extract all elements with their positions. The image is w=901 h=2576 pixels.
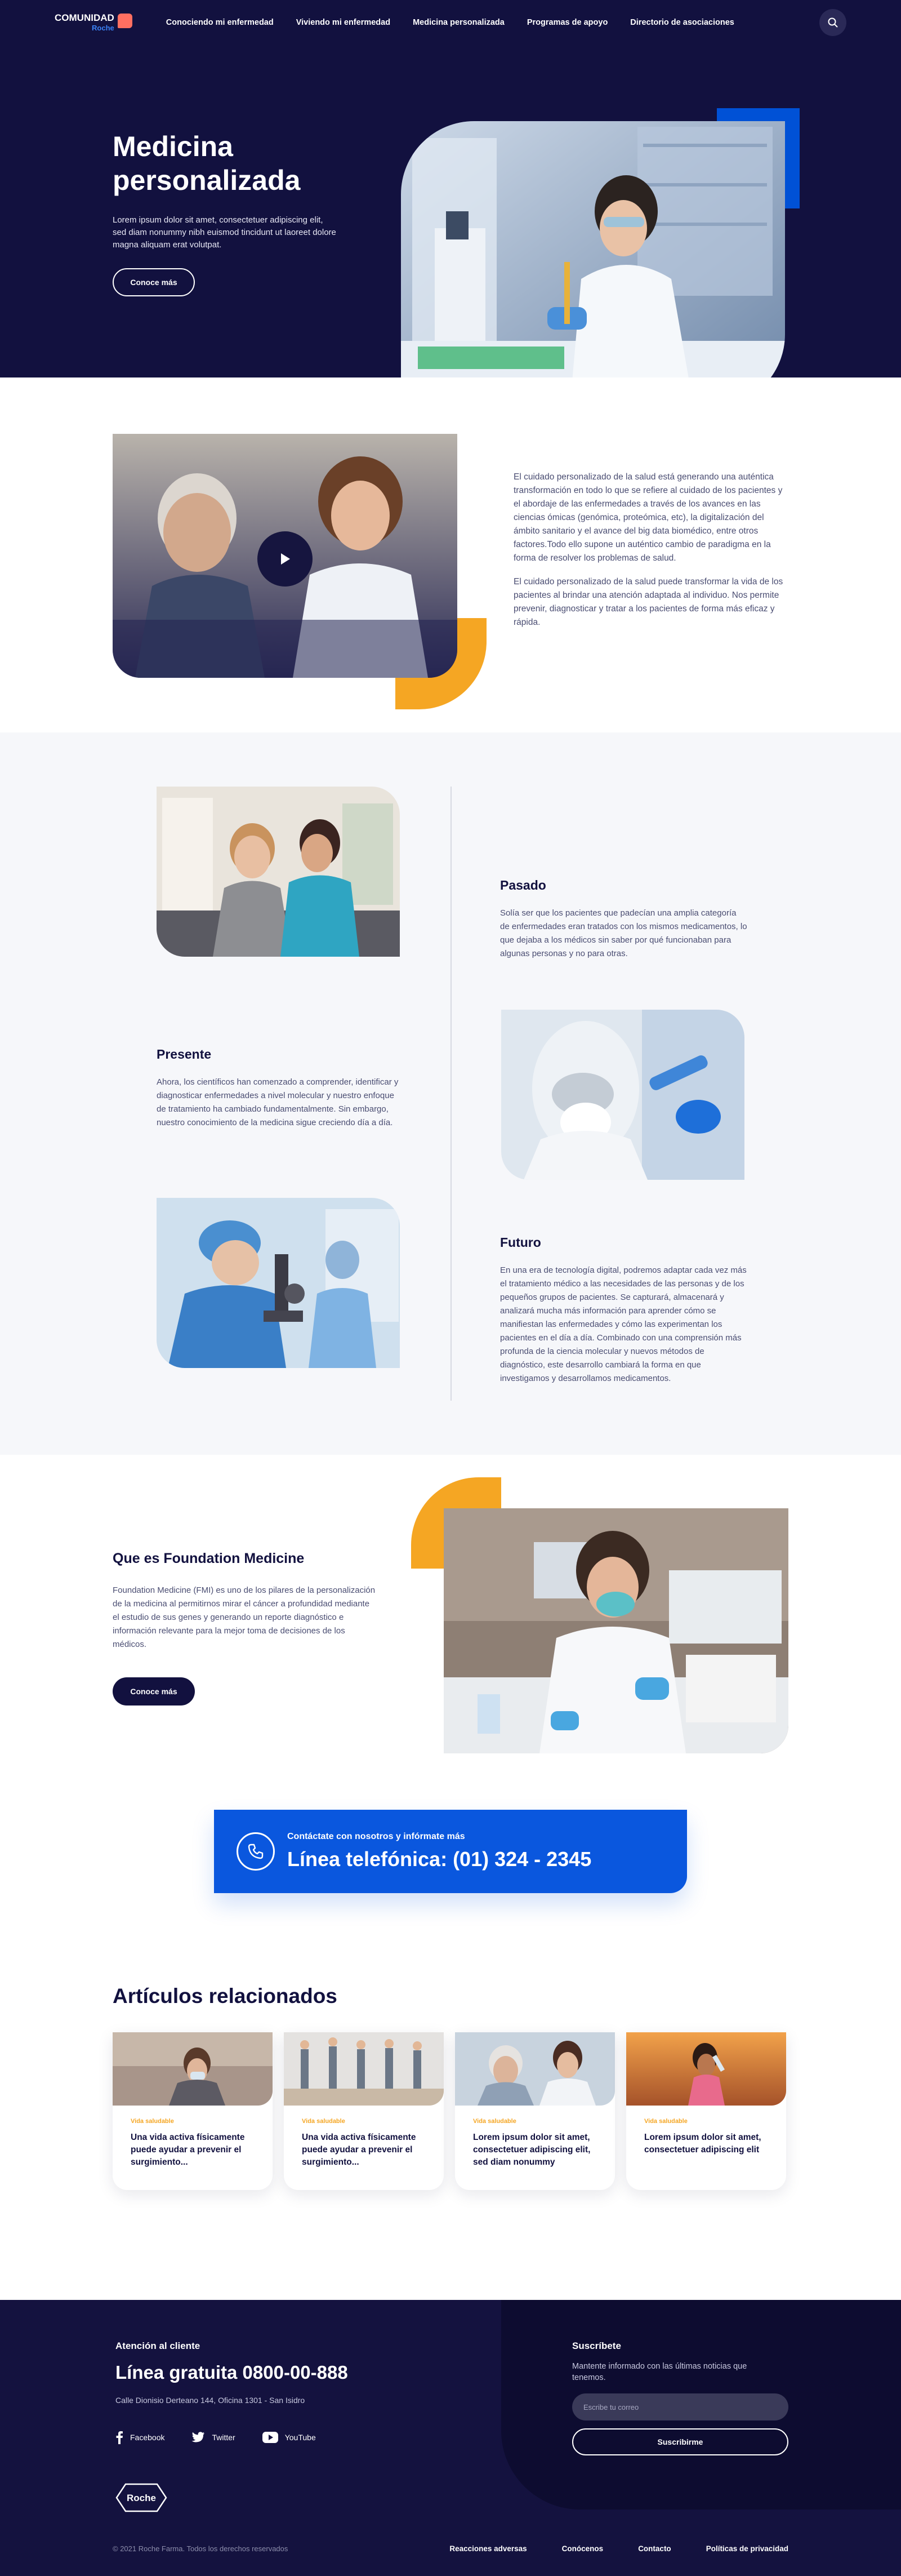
timeline-text: Ahora, los científicos han comenzado a c… (157, 1077, 399, 1127)
article-image (284, 2032, 444, 2106)
article-card[interactable]: Vida saludable Una vida activa físicamen… (113, 2032, 273, 2190)
svg-text:Roche: Roche (127, 2493, 156, 2503)
timeline-section: Pasado Solía ser que los pacientes que p… (0, 732, 901, 1455)
footer-link-conocenos[interactable]: Conócenos (562, 2544, 604, 2553)
hero-section: COMUNIDAD Roche Conociendo mi enfermedad… (0, 0, 901, 407)
social-twitter[interactable]: Twitter (191, 2431, 235, 2444)
roche-logo[interactable]: Roche (115, 2483, 167, 2512)
foundation-content: Que es Foundation Medicine Foundation Me… (113, 1551, 377, 1706)
articles-section: Artículos relacionados Vida saludable Un… (0, 1984, 901, 2300)
contact-subtitle: Contáctate con nosotros y infórmate más (287, 1832, 465, 1841)
article-title: Lorem ipsum dolor sit amet, consectetuer… (473, 2133, 591, 2167)
foundation-photo (444, 1508, 788, 1753)
play-icon (281, 553, 290, 565)
video-description: El cuidado personalizado de la salud est… (514, 470, 790, 639)
footer-phone: Línea gratuita 0800-00-888 (115, 2362, 348, 2383)
timeline-item-futuro: Futuro En una era de tecnología digital,… (500, 1235, 748, 1385)
youtube-icon (262, 2432, 278, 2443)
timeline-photo-presente (501, 1010, 744, 1180)
social-label: YouTube (284, 2433, 316, 2442)
logo-text: COMUNIDAD (55, 12, 114, 23)
timeline-item-presente: Presente Ahora, los científicos han come… (157, 1047, 404, 1130)
article-title: Lorem ipsum dolor sit amet, consectetuer… (644, 2133, 761, 2155)
phone-icon (237, 1832, 275, 1871)
article-tag: Vida saludable (131, 2118, 174, 2125)
foundation-cta-button[interactable]: Conoce más (113, 1677, 195, 1706)
footer-bottom-bar: © 2021 Roche Farma. Todos los derechos r… (113, 2544, 788, 2553)
nav-link-medicina[interactable]: Medicina personalizada (413, 18, 505, 27)
footer: Atención al cliente Línea gratuita 0800-… (0, 2300, 901, 2576)
timeline-title: Futuro (500, 1235, 541, 1250)
foundation-section: Que es Foundation Medicine Foundation Me… (0, 1455, 901, 1849)
foundation-title: Que es Foundation Medicine (113, 1551, 305, 1566)
footer-link-reacciones[interactable]: Reacciones adversas (449, 2544, 527, 2553)
subscribe-title: Suscríbete (572, 2340, 621, 2351)
top-nav: COMUNIDAD Roche Conociendo mi enfermedad… (0, 0, 901, 45)
footer-attention-title: Atención al cliente (115, 2340, 200, 2351)
article-card[interactable]: Vida saludable Lorem ipsum dolor sit ame… (626, 2032, 786, 2190)
play-button[interactable] (257, 531, 313, 587)
contact-banner[interactable]: Contáctate con nosotros y infórmate más … (214, 1810, 687, 1893)
nav-links: Conociendo mi enfermedad Viviendo mi enf… (166, 18, 734, 27)
contact-section: Contáctate con nosotros y infórmate más … (0, 1810, 901, 1984)
logo[interactable]: COMUNIDAD Roche (55, 12, 132, 32)
timeline-line (450, 787, 452, 1401)
nav-link-conociendo[interactable]: Conociendo mi enfermedad (166, 18, 274, 27)
nav-link-viviendo[interactable]: Viviendo mi enfermedad (296, 18, 390, 27)
copyright: © 2021 Roche Farma. Todos los derechos r… (113, 2544, 288, 2553)
social-label: Twitter (212, 2433, 235, 2442)
article-card[interactable]: Vida saludable Lorem ipsum dolor sit ame… (455, 2032, 615, 2190)
articles-title: Artículos relacionados (113, 1984, 337, 2007)
hero: Medicina personalizada Lorem ipsum dolor… (0, 45, 901, 407)
hero-cta-button[interactable]: Conoce más (113, 268, 195, 296)
footer-address: Calle Dionisio Derteano 144, Oficina 130… (115, 2396, 305, 2405)
article-image (113, 2032, 273, 2106)
timeline-text: Solía ser que los pacientes que padecían… (500, 908, 747, 958)
contact-phone: Línea telefónica: (01) 324 - 2345 (287, 1847, 592, 1871)
footer-links: Reacciones adversas Conócenos Contacto P… (449, 2544, 788, 2553)
logo-sub: Roche (92, 23, 114, 32)
nav-link-programas[interactable]: Programas de apoyo (527, 18, 608, 27)
article-image (626, 2032, 786, 2106)
article-title: Una vida activa físicamente puede ayudar… (131, 2133, 245, 2167)
subscribe-text: Mantente informado con las últimas notic… (572, 2362, 747, 2382)
logo-bubble-icon (117, 14, 132, 28)
video-thumbnail[interactable] (113, 434, 457, 678)
facebook-icon (116, 2431, 123, 2444)
social-facebook[interactable]: Facebook (115, 2431, 164, 2444)
article-card[interactable]: Vida saludable Una vida activa físicamen… (284, 2032, 444, 2190)
nav-link-directorio[interactable]: Directorio de asociaciones (630, 18, 734, 27)
footer-socials: Facebook Twitter YouTube (115, 2431, 316, 2444)
video-section: El cuidado personalizado de la salud est… (0, 377, 901, 732)
article-title: Una vida activa físicamente puede ayudar… (302, 2133, 416, 2167)
hero-lab-photo (401, 121, 785, 407)
social-label: Facebook (130, 2433, 165, 2442)
article-tag: Vida saludable (644, 2118, 688, 2125)
foundation-text: Foundation Medicine (FMI) es uno de los … (113, 1585, 376, 1649)
twitter-icon (191, 2432, 205, 2442)
hero-title: Medicina personalizada (113, 131, 301, 196)
timeline-item-pasado: Pasado Solía ser que los pacientes que p… (500, 878, 748, 961)
article-tag: Vida saludable (473, 2118, 516, 2125)
timeline-title: Pasado (500, 878, 546, 892)
timeline-title: Presente (157, 1047, 212, 1062)
timeline-photo-pasado (157, 787, 400, 957)
hero-content: Medicina personalizada Lorem ipsum dolor… (113, 130, 338, 296)
subscribe-email-input[interactable] (572, 2393, 788, 2420)
search-button[interactable] (819, 9, 846, 36)
footer-link-contacto[interactable]: Contacto (638, 2544, 671, 2553)
article-tag: Vida saludable (302, 2118, 345, 2125)
hero-text: Lorem ipsum dolor sit amet, consectetuer… (113, 215, 336, 250)
video-paragraph-1: El cuidado personalizado de la salud est… (514, 472, 783, 563)
search-icon (828, 17, 838, 28)
social-youtube[interactable]: YouTube (262, 2431, 316, 2444)
subscribe-button[interactable]: Suscribirme (572, 2428, 788, 2455)
video-paragraph-2: El cuidado personalizado de la salud pue… (514, 577, 783, 627)
footer-link-privacidad[interactable]: Políticas de privacidad (706, 2544, 788, 2553)
timeline-photo-futuro (157, 1198, 400, 1368)
timeline-text: En una era de tecnología digital, podrem… (500, 1265, 747, 1383)
article-image (455, 2032, 615, 2106)
